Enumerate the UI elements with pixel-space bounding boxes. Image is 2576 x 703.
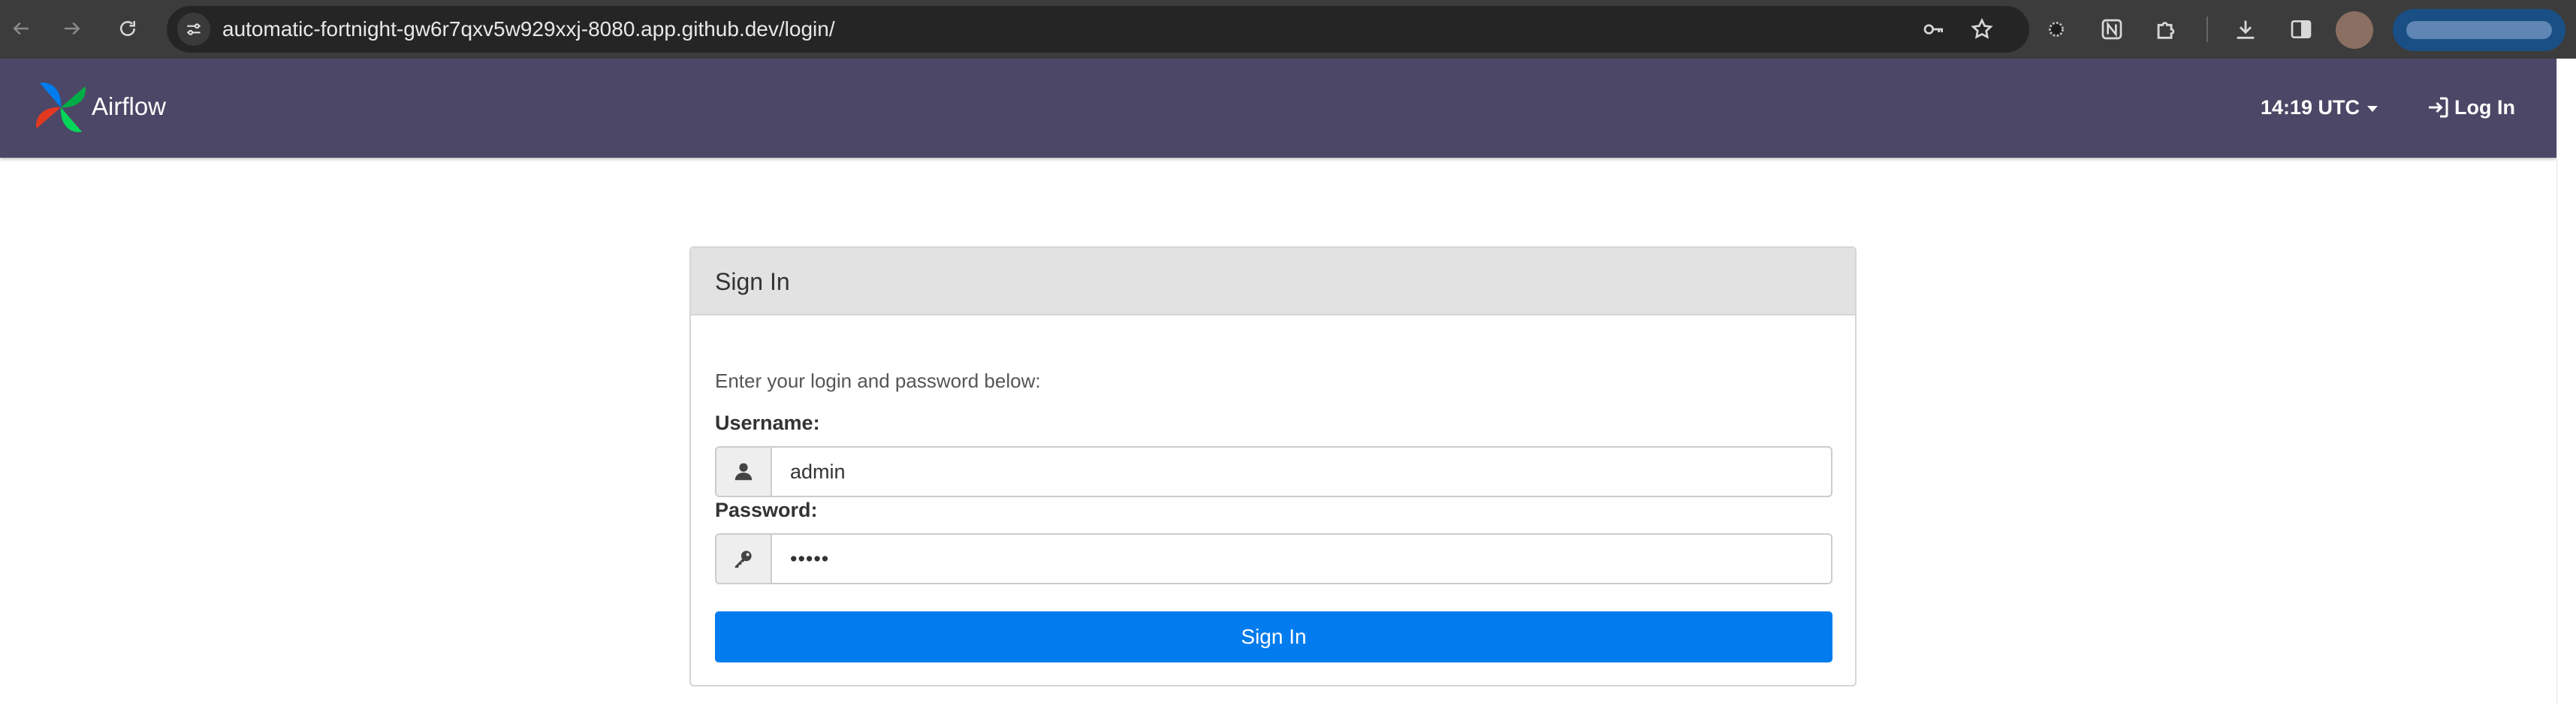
airflow-logo-icon[interactable] [33,80,89,135]
side-panel-icon[interactable] [2286,14,2316,44]
login-icon [2429,97,2448,118]
scrollbar-track[interactable] [2556,59,2576,703]
chevron-down-icon [2367,105,2378,112]
reload-icon[interactable] [110,11,146,47]
panel-title: Sign In [715,268,790,295]
url-text[interactable]: automatic-fortnight-gw6r7qxv5w929xxj-808… [222,6,835,53]
browser-toolbar: automatic-fortnight-gw6r7qxv5w929xxj-808… [0,0,2576,59]
airflow-navbar: Airflow 14:19 UTC Log In [0,59,2556,158]
brand-name[interactable]: Airflow [92,89,166,125]
bookmark-star-icon[interactable] [1969,17,1995,42]
clock-dropdown[interactable]: 14:19 UTC [2261,92,2378,123]
forward-icon[interactable] [54,11,90,47]
login-instructions: Enter your login and password below: [715,370,1041,392]
sign-in-panel: Sign In Enter your login and password be… [689,246,1857,686]
sign-in-button[interactable]: Sign In [715,611,1832,662]
download-icon[interactable] [2231,14,2261,44]
password-key-icon[interactable] [1921,17,1947,42]
user-icon [716,448,772,496]
blurred-profile-name [2406,21,2552,39]
password-input[interactable]: ••••• [790,535,829,583]
profile-avatar[interactable] [2336,11,2373,49]
extension-icon[interactable] [2041,14,2071,44]
address-bar[interactable]: automatic-fortnight-gw6r7qxv5w929xxj-808… [167,6,2029,53]
username-field[interactable]: admin [715,446,1832,497]
username-input[interactable]: admin [790,448,846,496]
username-label: Username: [715,412,820,434]
back-icon[interactable] [3,11,39,47]
password-label: Password: [715,499,818,521]
login-label: Log In [2454,95,2515,119]
panel-header: Sign In [691,248,1855,315]
notion-icon[interactable] [2097,14,2127,44]
toolbar-separator [2206,17,2208,42]
key-icon [716,535,772,583]
puzzle-icon[interactable] [2151,14,2181,44]
profile-button[interactable] [2393,9,2565,51]
site-info-icon[interactable] [177,13,210,46]
password-field[interactable]: ••••• [715,533,1832,584]
login-link[interactable]: Log In [2424,92,2515,123]
clock-label: 14:19 UTC [2261,96,2360,119]
